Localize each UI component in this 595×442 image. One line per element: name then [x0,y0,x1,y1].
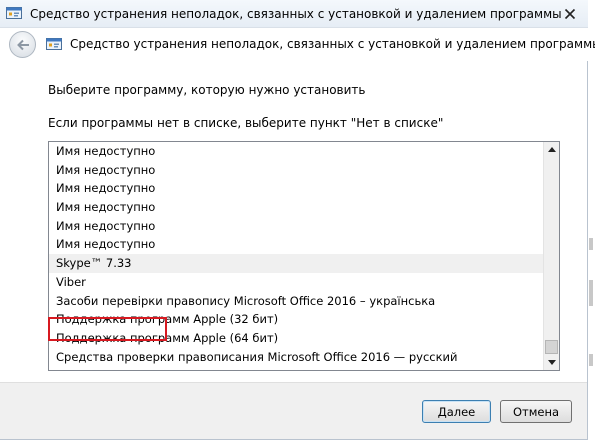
page-title: Средство устранения неполадок, связанных… [70,37,595,51]
list-item[interactable]: Viber [49,273,544,292]
back-arrow-icon [16,39,29,50]
list-item[interactable]: Поддержка программ Apple (32 бит) [49,310,544,329]
vertical-scrollbar[interactable] [543,142,559,370]
troubleshooter-icon [6,7,22,21]
troubleshooter-window: Средство устранения неполадок, связанных… [0,0,595,440]
list-item[interactable]: Имя недоступно [49,235,544,254]
program-list-items: Имя недоступно Имя недоступно Имя недоступ… [49,142,544,366]
list-item[interactable]: Имя недоступно [49,142,544,161]
background-edge [589,238,593,250]
scroll-down-button[interactable] [544,355,559,370]
list-item[interactable]: Skype™ 7.33 [49,254,544,273]
hint-text: Если программы нет в списке, выберите пу… [48,116,444,130]
program-list[interactable]: Имя недоступно Имя недоступно Имя недоступ… [48,141,560,371]
scroll-thumb[interactable] [545,340,558,354]
instruction-text: Выберите программу, которую нужно устано… [48,83,366,97]
list-item[interactable]: Имя недоступно [49,217,544,236]
background-edge [589,354,593,366]
scroll-up-button[interactable] [544,142,559,157]
background-edge [589,280,593,306]
close-icon [564,8,576,20]
list-item[interactable]: Засоби перевірки правопису Microsoft Off… [49,292,544,311]
arrow-down-icon [547,360,556,365]
list-item[interactable]: Средства проверки правописания Microsoft… [49,348,544,367]
wizard-content: Выберите программу, которую нужно устано… [10,62,586,376]
next-button[interactable]: Далее [422,400,491,423]
list-item[interactable]: Имя недоступно [49,161,544,180]
list-item[interactable]: Имя недоступно [49,179,544,198]
cancel-button[interactable]: Отмена [500,400,572,423]
back-button[interactable] [9,31,36,58]
title-bar[interactable]: Средство устранения неполадок, связанных… [0,0,588,28]
wizard-footer: Далее Отмена [0,382,587,439]
list-item[interactable]: Поддержка программ Apple (64 бит) [49,329,544,348]
window-title: Средство устранения неполадок, связанных… [30,7,562,21]
troubleshooter-icon [46,38,62,52]
close-button[interactable] [560,5,580,23]
navigation-bar: Средство устранения неполадок, связанных… [0,28,595,61]
list-item[interactable]: Имя недоступно [49,198,544,217]
arrow-up-icon [547,147,556,152]
